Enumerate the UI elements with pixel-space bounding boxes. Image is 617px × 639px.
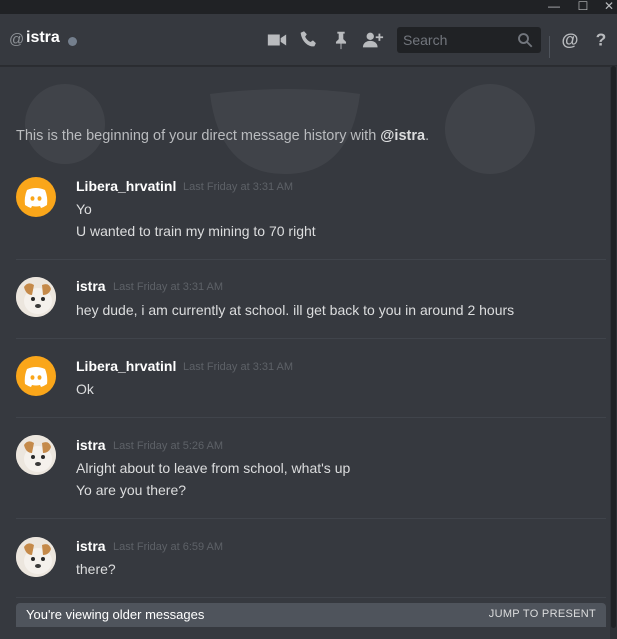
message-divider	[16, 259, 606, 260]
message-timestamp: Last Friday at 3:31 AM	[113, 281, 224, 293]
jump-to-present-button[interactable]: JUMP TO PRESENT	[489, 608, 596, 620]
voice-call-icon[interactable]	[298, 29, 320, 51]
intro-user[interactable]: @istra	[380, 128, 425, 144]
discord-logo-icon	[24, 188, 48, 208]
avatar[interactable]	[16, 277, 56, 317]
maximize-button[interactable]: ☐	[574, 0, 592, 14]
intro-prefix: This is the beginning of your direct mes…	[16, 128, 381, 144]
message-text: Alright about to leave from school, what…	[76, 460, 351, 476]
message-text: there?	[76, 561, 116, 577]
avatar[interactable]	[16, 177, 56, 217]
message-text: Ok	[76, 381, 94, 397]
message-text: U wanted to train my mining to 70 right	[76, 223, 316, 239]
scrollbar-thumb[interactable]	[611, 66, 616, 628]
message-divider	[16, 597, 606, 598]
channel-name: istra	[26, 29, 60, 46]
close-button[interactable]: ✕	[600, 0, 617, 14]
message-author[interactable]: Libera_hrvatinl	[76, 358, 176, 374]
avatar[interactable]	[16, 537, 56, 577]
dog-avatar-icon	[16, 277, 56, 317]
video-call-icon[interactable]	[266, 29, 288, 51]
dm-beginning-text: This is the beginning of your direct mes…	[16, 128, 429, 144]
message-text: Yo	[76, 201, 92, 217]
add-friend-icon[interactable]	[362, 29, 384, 51]
message-divider	[16, 417, 606, 418]
header-separator	[549, 36, 550, 58]
message-text: Yo are you there?	[76, 482, 187, 498]
message-timestamp: Last Friday at 5:26 AM	[113, 440, 224, 452]
message-timestamp: Last Friday at 6:59 AM	[113, 541, 224, 553]
message-timestamp: Last Friday at 3:31 AM	[183, 361, 294, 373]
channel-header: @ istra @ ?	[0, 14, 617, 66]
at-icon: @	[9, 31, 25, 48]
dog-avatar-icon	[16, 435, 56, 475]
older-messages-label: You're viewing older messages	[26, 607, 205, 622]
message-author[interactable]: istra	[76, 437, 106, 453]
help-glyph: ?	[596, 30, 607, 50]
message-author[interactable]: istra	[76, 278, 106, 294]
message-timestamp: Last Friday at 3:31 AM	[183, 181, 294, 193]
window-titlebar: — ☐ ✕	[0, 0, 617, 14]
older-messages-bar[interactable]: You're viewing older messages JUMP TO PR…	[16, 603, 606, 627]
avatar[interactable]	[16, 435, 56, 475]
message-author[interactable]: Libera_hrvatinl	[76, 178, 176, 194]
message-divider	[16, 518, 606, 519]
message-divider	[16, 338, 606, 339]
search-icon	[518, 33, 533, 48]
avatar[interactable]	[16, 356, 56, 396]
status-indicator	[68, 37, 77, 46]
search-box[interactable]	[397, 27, 541, 53]
intro-suffix: .	[425, 128, 430, 144]
message-text: hey dude, i am currently at school. ill …	[76, 302, 515, 318]
mention-icon[interactable]: @	[559, 29, 581, 51]
minimize-button[interactable]: —	[545, 0, 563, 14]
search-input[interactable]	[397, 27, 515, 53]
scrollbar[interactable]	[610, 66, 617, 639]
pin-icon[interactable]	[330, 29, 352, 51]
message-author[interactable]: istra	[76, 538, 106, 554]
dog-avatar-icon	[16, 537, 56, 577]
message-list[interactable]: This is the beginning of your direct mes…	[0, 66, 610, 639]
mention-glyph: @	[562, 30, 579, 50]
help-icon[interactable]: ?	[590, 29, 612, 51]
discord-logo-icon	[24, 367, 48, 387]
